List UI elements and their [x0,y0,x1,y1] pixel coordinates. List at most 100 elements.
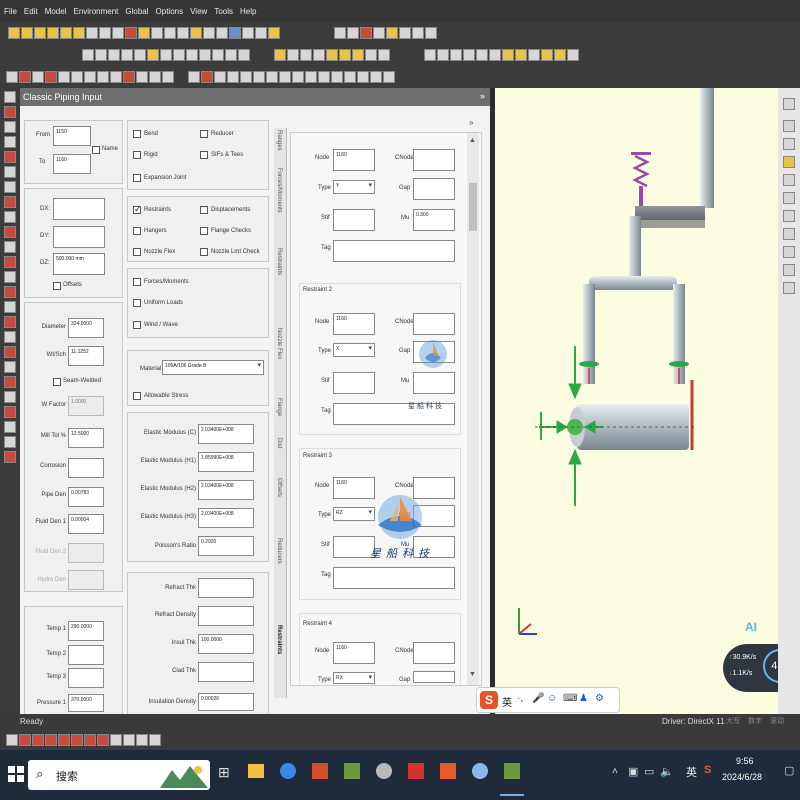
lt-18-icon[interactable] [4,346,16,358]
static-icon[interactable] [163,27,176,39]
tb3-x-icon[interactable] [318,71,331,83]
view-left-icon[interactable] [476,49,489,61]
undo-icon[interactable] [85,27,98,39]
lt-20-icon[interactable] [4,376,16,388]
lt-9-icon[interactable] [4,211,16,223]
lt-3-icon[interactable] [4,121,16,133]
r4-type-select[interactable]: RX [333,672,375,684]
em-c-input[interactable]: 2.03400E+008 [198,424,254,444]
offsets-checkbox[interactable] [53,282,61,290]
tb3-j-icon[interactable] [122,71,135,83]
r3-tag-input[interactable] [333,567,455,589]
restraints-scrollbar[interactable]: ▲ ▼ [467,133,479,685]
zoom-icon[interactable] [334,27,347,39]
spring-hanger-icon[interactable] [632,154,650,188]
redo-icon[interactable] [98,27,111,39]
insert-icon[interactable] [120,49,133,61]
tab-nozzle-flex[interactable]: Nozzle Flex [276,328,282,359]
dx-input[interactable] [53,198,105,220]
view-iso-icon[interactable] [502,49,515,61]
hide-icon[interactable] [399,27,412,39]
rt-8-icon[interactable] [783,228,795,240]
tb3-bb-icon[interactable] [370,71,383,83]
task-view-icon[interactable]: ⊞ [218,764,230,781]
taskbar-search-box[interactable]: ⌕ 搜索 [28,760,210,790]
ime-voice-icon[interactable]: 🎤 [532,693,544,704]
bend-checkbox[interactable] [133,130,141,138]
expansion-joint-checkbox[interactable] [133,174,141,182]
uniform-loads-checkbox[interactable] [133,299,141,307]
em-h1-input[interactable]: 1.85990E+008 [198,452,254,472]
r2-cnode-input[interactable] [413,313,455,335]
clad-thk-input[interactable] [198,662,254,682]
pan-icon[interactable] [347,27,360,39]
view-right-icon[interactable] [489,49,502,61]
error-check-icon[interactable] [150,27,163,39]
r1-cnode-input[interactable] [413,149,455,171]
lt-2-icon[interactable] [4,106,16,118]
restraints-checkbox[interactable] [133,204,142,215]
refract-thk-input[interactable] [198,578,254,598]
milltol-input[interactable]: 12.5000 [68,428,104,448]
corrosion-input[interactable] [68,458,104,478]
fluid-density-2-input[interactable] [68,543,104,563]
hydro-density-input[interactable] [68,570,104,590]
pressure1-input[interactable]: 370.0000 [68,694,104,712]
tb3-c-icon[interactable] [31,71,44,83]
view-wire-icon[interactable] [528,49,541,61]
menu-help[interactable]: Help [236,0,259,16]
lt-24-icon[interactable] [4,436,16,448]
bt-6-icon[interactable] [70,734,83,746]
insul-thk-input[interactable]: 100.0000 [198,634,254,654]
pipe-model[interactable] [535,88,714,506]
bend-tool-icon[interactable] [146,49,159,61]
rt-10-icon[interactable] [783,264,795,276]
ime-gamepad-icon[interactable]: ⌨ [563,693,577,704]
view-top-icon[interactable] [450,49,463,61]
r4-cnode-input[interactable] [413,642,455,664]
tray-speaker-icon[interactable]: 🔈 [660,765,674,778]
print-icon[interactable] [46,27,59,39]
lt-6-icon[interactable] [4,166,16,178]
rigid-tool-icon[interactable] [159,49,172,61]
support-left-icon[interactable] [579,361,599,367]
tray-camera-icon[interactable]: ▣ [628,765,638,778]
view-bottom-icon[interactable] [463,49,476,61]
measure-icon[interactable] [254,27,267,39]
to-input[interactable]: 1160 [53,154,91,174]
scroll-thumb[interactable] [469,183,477,231]
menu-edit[interactable]: Edit [20,0,41,16]
material-select[interactable]: 106A/106 Grade B [162,360,264,375]
powerpoint-icon[interactable] [312,763,328,779]
view-front-icon[interactable] [424,49,437,61]
r2-node-input[interactable]: 1160 [333,313,375,335]
menu-global[interactable]: Global [121,0,151,16]
em-h3-input[interactable]: 2.03400E+008 [198,508,254,528]
output-icon[interactable] [189,27,202,39]
app-blue-icon[interactable] [472,763,488,779]
notification-icon[interactable]: ▢ [784,764,794,777]
temp3-input[interactable] [68,668,104,688]
app-orange-icon[interactable] [440,763,456,779]
menu-environment[interactable]: Environment [69,0,121,16]
lt-14-icon[interactable] [4,286,16,298]
fluid-density-input[interactable]: 0.00004 [68,514,104,534]
flange-tool-icon[interactable] [237,49,250,61]
lt-15-icon[interactable] [4,301,16,313]
r1-node-input[interactable]: 1160 [333,149,375,171]
bt-11-icon[interactable] [135,734,148,746]
wfactor-input[interactable]: 1.0000 [68,396,104,416]
tb3-i-icon[interactable] [109,71,122,83]
reducer-checkbox[interactable] [200,130,208,138]
tb3-k-icon[interactable] [135,71,148,83]
sif-tool-icon[interactable] [224,49,237,61]
tray-chevron-icon[interactable]: ˄ [612,766,618,777]
edge-browser-icon[interactable] [280,763,296,779]
bt-9-icon[interactable] [109,734,122,746]
bt-4-icon[interactable] [44,734,57,746]
bt-3-icon[interactable] [31,734,44,746]
lt-12-icon[interactable] [4,256,16,268]
show-icon[interactable] [412,27,425,39]
list-icon[interactable] [202,27,215,39]
ime-emoji-icon[interactable]: ☺ [547,693,557,704]
